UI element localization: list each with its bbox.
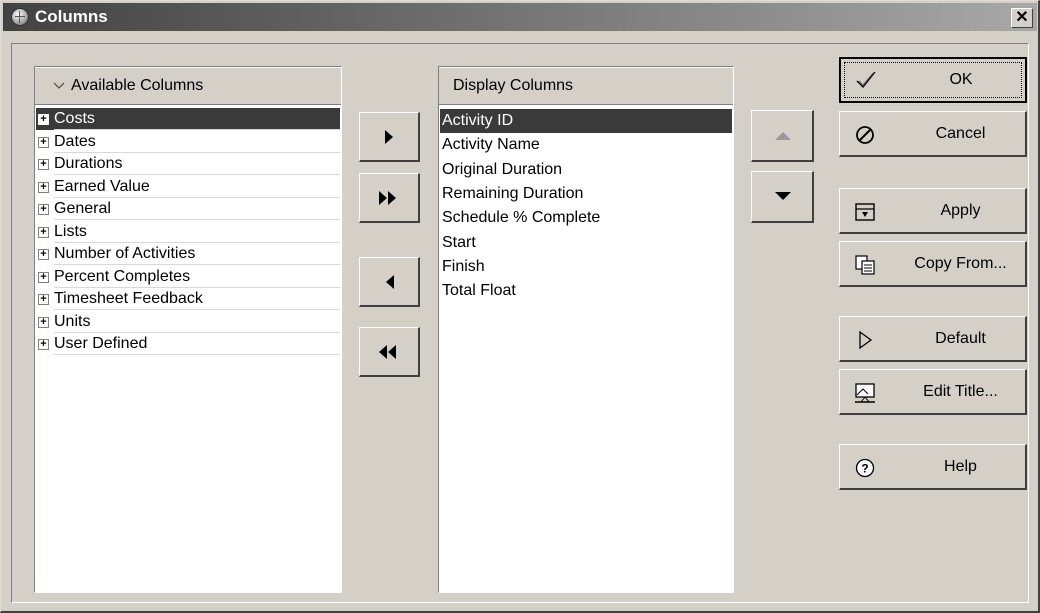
tree-item[interactable]: + Lists: [36, 221, 340, 243]
cancel-label: Cancel: [935, 125, 986, 142]
tree-item-label: Lists: [54, 222, 87, 240]
edit-title-button[interactable]: Edit Title...: [839, 369, 1027, 415]
title-bar[interactable]: Columns ✕: [3, 3, 1037, 31]
copy-icon: [855, 255, 875, 275]
tree-item[interactable]: + General: [36, 198, 340, 220]
row-divider: [54, 354, 340, 355]
tree-item[interactable]: + Number of Activities: [36, 243, 340, 265]
default-label: Default: [935, 330, 986, 347]
dialog-title: Columns: [35, 7, 108, 26]
copy-from-button[interactable]: Copy From...: [839, 241, 1027, 287]
list-item[interactable]: Start: [440, 231, 732, 255]
expand-plus-icon[interactable]: +: [38, 136, 49, 148]
expand-plus-icon[interactable]: +: [38, 204, 49, 215]
double-arrow-left-icon: [379, 345, 396, 359]
list-item[interactable]: Finish: [440, 255, 732, 279]
tree-item-label: Dates: [54, 132, 96, 150]
list-item[interactable]: Remaining Duration: [440, 182, 732, 206]
tree-item[interactable]: + Durations: [36, 153, 340, 175]
move-up-button[interactable]: [751, 110, 814, 162]
tree-item[interactable]: + Dates: [36, 131, 340, 153]
svg-text:?: ?: [861, 462, 868, 476]
tree-item[interactable]: + Units: [36, 311, 340, 333]
expand-plus-icon[interactable]: +: [38, 181, 49, 193]
apply-button[interactable]: Apply: [839, 188, 1027, 234]
tree-item-label: General: [54, 200, 111, 217]
expand-plus-icon[interactable]: +: [38, 226, 49, 238]
expand-plus-icon[interactable]: +: [38, 159, 49, 170]
play-outline-icon: [859, 330, 873, 350]
tree-item-label: Percent Completes: [54, 267, 191, 285]
tree-item[interactable]: + Costs: [36, 108, 340, 130]
available-columns-list[interactable]: Available Columns + Costs + Dates + Durations…: [34, 66, 342, 593]
prohibited-icon: [856, 126, 874, 144]
help-button[interactable]: ? Help: [839, 444, 1027, 490]
tree-item[interactable]: + Percent Completes: [36, 266, 340, 288]
available-columns-header[interactable]: Available Columns: [35, 67, 341, 105]
ok-label: OK: [949, 71, 973, 88]
tree-item[interactable]: + Timesheet Feedback: [36, 288, 340, 310]
edit-title-label: Edit Title...: [923, 383, 998, 400]
default-button[interactable]: Default: [839, 316, 1027, 362]
arrow-right-icon: [385, 130, 393, 144]
display-columns-header[interactable]: Display Columns: [439, 67, 733, 105]
expand-plus-icon[interactable]: +: [38, 339, 49, 350]
tree-item-label: Durations: [54, 155, 123, 172]
apply-icon: [855, 203, 875, 221]
move-down-button[interactable]: [751, 171, 814, 223]
tree-item-label: Earned Value: [54, 177, 150, 195]
list-item[interactable]: Activity ID: [440, 109, 732, 133]
display-columns-header-label: Display Columns: [453, 77, 574, 94]
tree-item-label: Number of Activities: [54, 245, 196, 262]
expand-plus-icon[interactable]: +: [38, 271, 49, 283]
list-item[interactable]: Activity Name: [440, 133, 732, 157]
move-left-button[interactable]: [359, 257, 420, 307]
tree-item-label: Timesheet Feedback: [54, 290, 203, 307]
display-columns-list[interactable]: Display Columns Activity ID Activity Name…: [438, 66, 734, 593]
list-item[interactable]: Total Float: [440, 279, 732, 303]
tree-item[interactable]: + Earned Value: [36, 176, 340, 198]
expand-plus-icon[interactable]: +: [38, 294, 49, 305]
list-item[interactable]: Schedule % Complete: [440, 206, 732, 230]
copy-from-label: Copy From...: [914, 255, 1007, 272]
help-label: Help: [944, 458, 977, 475]
tree-item-label: Units: [54, 312, 91, 330]
ok-button[interactable]: OK: [839, 57, 1027, 103]
close-button[interactable]: ✕: [1011, 8, 1033, 28]
expand-plus-icon[interactable]: +: [38, 114, 49, 125]
move-all-right-button[interactable]: [359, 173, 420, 223]
list-item[interactable]: Original Duration: [440, 158, 732, 182]
arrow-down-icon: [775, 192, 791, 200]
expand-plus-icon[interactable]: +: [38, 316, 49, 328]
available-columns-header-label: Available Columns: [71, 77, 204, 94]
arrow-left-icon: [386, 275, 394, 289]
double-arrow-right-icon: [379, 191, 396, 205]
checkmark-icon: [856, 71, 876, 89]
move-right-button[interactable]: [359, 112, 420, 162]
tree-item-label: Costs: [54, 110, 95, 127]
tree-item[interactable]: + User Defined: [36, 333, 340, 355]
cancel-button[interactable]: Cancel: [839, 111, 1027, 157]
columns-dialog: Columns ✕ Available Columns + Costs + Dates…: [0, 0, 1040, 613]
tree-item-label: User Defined: [54, 335, 148, 352]
apply-label: Apply: [940, 202, 981, 219]
edit-title-icon: [855, 383, 875, 403]
chevron-down-icon: [53, 82, 65, 89]
move-all-left-button[interactable]: [359, 327, 420, 377]
help-icon: ?: [855, 458, 875, 478]
app-globe-icon: [11, 8, 29, 26]
arrow-up-icon: [775, 132, 791, 140]
expand-plus-icon[interactable]: +: [38, 249, 49, 260]
